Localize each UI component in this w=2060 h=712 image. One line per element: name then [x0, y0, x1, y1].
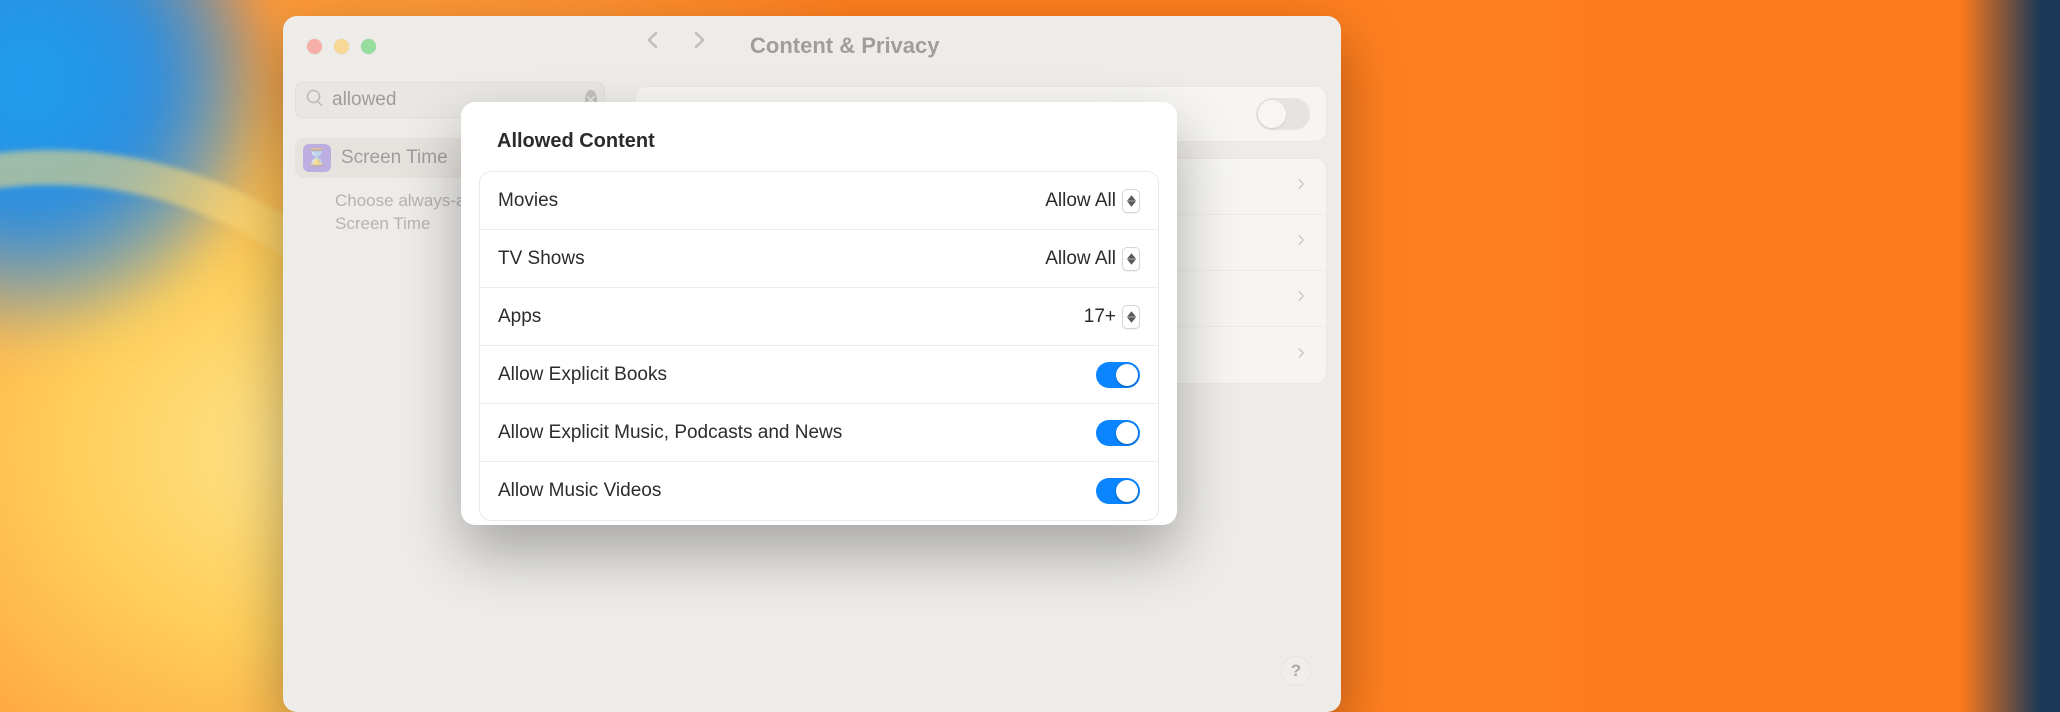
- row-explicit-music: Allow Explicit Music, Podcasts and News: [480, 404, 1158, 462]
- row-label: TV Shows: [498, 248, 585, 270]
- wallpaper-right-edge: [1960, 0, 2060, 712]
- updown-icon: [1122, 247, 1140, 271]
- row-apps: Apps 17+: [480, 288, 1158, 346]
- sheet-title: Allowed Content: [497, 130, 1177, 153]
- movies-select[interactable]: Allow All: [1045, 189, 1140, 213]
- row-explicit-books: Allow Explicit Books: [480, 346, 1158, 404]
- row-label: Allow Explicit Music, Podcasts and News: [498, 422, 842, 444]
- row-music-videos: Allow Music Videos: [480, 462, 1158, 520]
- music-videos-toggle[interactable]: [1096, 478, 1140, 504]
- select-value: 17+: [1084, 306, 1116, 328]
- row-movies: Movies Allow All: [480, 172, 1158, 230]
- row-label: Movies: [498, 190, 558, 212]
- row-tv-shows: TV Shows Allow All: [480, 230, 1158, 288]
- select-value: Allow All: [1045, 190, 1116, 212]
- desktop-wallpaper: Content & Privacy ✕ ⌛ Screen Time Choose…: [0, 0, 2060, 712]
- tv-select[interactable]: Allow All: [1045, 247, 1140, 271]
- allowed-content-sheet: Allowed Content Movies Allow All TV Show…: [461, 102, 1177, 525]
- apps-select[interactable]: 17+: [1084, 305, 1140, 329]
- explicit-music-toggle[interactable]: [1096, 420, 1140, 446]
- row-label: Apps: [498, 306, 541, 328]
- row-label: Allow Music Videos: [498, 480, 661, 502]
- explicit-books-toggle[interactable]: [1096, 362, 1140, 388]
- row-label: Allow Explicit Books: [498, 364, 667, 386]
- select-value: Allow All: [1045, 248, 1116, 270]
- updown-icon: [1122, 305, 1140, 329]
- updown-icon: [1122, 189, 1140, 213]
- allowed-content-card: Movies Allow All TV Shows Allow All: [479, 171, 1159, 521]
